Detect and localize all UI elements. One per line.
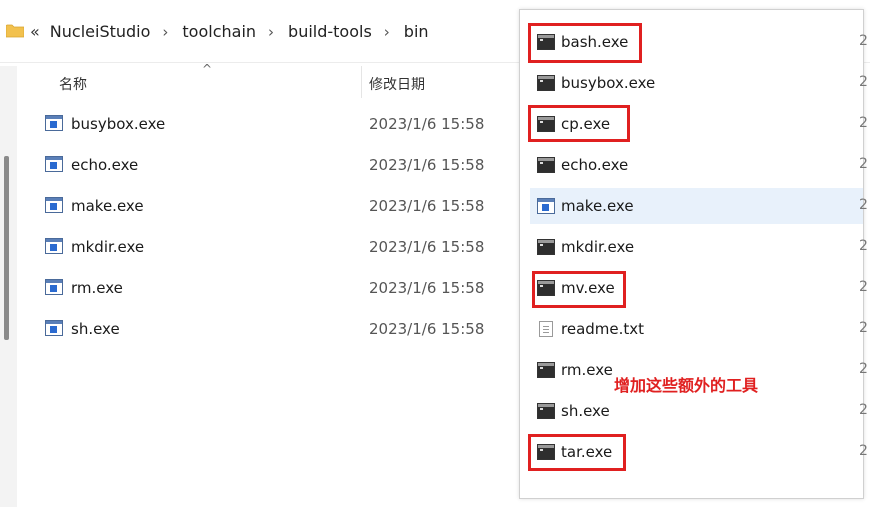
file-row[interactable]: busybox.exe 2: [530, 65, 868, 101]
truncated-date: 2: [859, 115, 868, 131]
annotation-text: 增加这些额外的工具: [614, 376, 759, 395]
file-name: sh.exe: [71, 320, 120, 338]
truncated-date: 2: [859, 320, 868, 336]
truncated-date: 2: [859, 443, 868, 459]
file-name: rm.exe: [561, 361, 613, 379]
truncated-date: 2: [859, 361, 868, 377]
truncated-date: 2: [859, 402, 868, 418]
exe-icon: [45, 156, 63, 172]
file-name: make.exe: [71, 197, 144, 215]
exe-icon: [45, 197, 63, 213]
file-modified-date: 2023/1/6 15:58: [369, 197, 485, 215]
scrollbar-thumb[interactable]: [4, 156, 9, 340]
file-row[interactable]: make.exe 2023/1/6 15:58: [18, 186, 528, 227]
file-name: make.exe: [561, 197, 634, 215]
truncated-date: 2: [859, 197, 868, 213]
file-row[interactable]: sh.exe 2: [530, 393, 868, 429]
truncated-date: 2: [859, 279, 868, 295]
file-row[interactable]: busybox.exe 2023/1/6 15:58: [18, 104, 528, 145]
console-icon: [537, 362, 555, 378]
file-modified-date: 2023/1/6 15:58: [369, 156, 485, 174]
truncated-date: 2: [859, 33, 868, 49]
file-name: mkdir.exe: [71, 238, 145, 256]
breadcrumb-item[interactable]: NucleiStudio: [50, 22, 151, 41]
sort-ascending-icon: ^: [202, 62, 213, 76]
folder-icon: [6, 24, 24, 38]
file-row[interactable]: rm.exe 2023/1/6 15:58: [18, 268, 528, 309]
column-header: 名称 ^ 修改日期: [18, 62, 528, 100]
breadcrumb-separator[interactable]: ›: [384, 23, 390, 41]
breadcrumb-separator[interactable]: ›: [162, 23, 168, 41]
column-header-name[interactable]: 名称: [59, 74, 87, 94]
file-modified-date: 2023/1/6 15:58: [369, 238, 485, 256]
file-row[interactable]: mkdir.exe 2: [530, 229, 868, 265]
text-file-icon: [539, 321, 553, 337]
file-name: busybox.exe: [71, 115, 166, 133]
highlight-box-cp: [528, 105, 630, 142]
file-row[interactable]: echo.exe 2023/1/6 15:58: [18, 145, 528, 186]
file-name: echo.exe: [71, 156, 139, 174]
truncated-date: 2: [859, 156, 868, 172]
file-row[interactable]: mkdir.exe 2023/1/6 15:58: [18, 227, 528, 268]
column-header-date[interactable]: 修改日期: [369, 74, 425, 94]
file-modified-date: 2023/1/6 15:58: [369, 279, 485, 297]
file-row[interactable]: readme.txt 2: [530, 311, 868, 347]
exe-icon: [45, 238, 63, 254]
exe-icon: [45, 320, 63, 336]
console-icon: [537, 403, 555, 419]
breadcrumb-overflow-chevron[interactable]: «: [30, 22, 40, 41]
truncated-date: 2: [859, 238, 868, 254]
file-name: echo.exe: [561, 156, 629, 174]
column-divider[interactable]: [361, 66, 362, 98]
file-name: readme.txt: [561, 320, 645, 338]
file-modified-date: 2023/1/6 15:58: [369, 320, 485, 338]
highlight-box-bash: [528, 23, 642, 63]
console-icon: [537, 75, 555, 91]
highlight-box-mv: [532, 271, 626, 308]
exe-icon: [537, 198, 555, 214]
breadcrumb-item[interactable]: toolchain: [182, 22, 256, 41]
file-list: busybox.exe 2023/1/6 15:58 echo.exe 2023/1/…: [18, 104, 528, 350]
exe-icon: [45, 115, 63, 131]
truncated-date: 2: [859, 74, 868, 90]
file-row[interactable]: echo.exe 2: [530, 147, 868, 183]
breadcrumb-separator[interactable]: ›: [268, 23, 274, 41]
file-row[interactable]: sh.exe 2023/1/6 15:58: [18, 309, 528, 350]
file-list-panel: bash.exe 2 busybox.exe 2 cp.exe 2 echo.exe 2 mak…: [519, 9, 868, 499]
file-row[interactable]: make.exe 2: [530, 188, 868, 224]
breadcrumb-item[interactable]: build-tools: [288, 22, 372, 41]
file-name: rm.exe: [71, 279, 123, 297]
breadcrumb: « NucleiStudio › toolchain › build-tools…: [30, 22, 429, 41]
highlight-box-tar: [528, 434, 626, 471]
console-icon: [537, 239, 555, 255]
file-name: busybox.exe: [561, 74, 656, 92]
file-name: sh.exe: [561, 402, 610, 420]
file-modified-date: 2023/1/6 15:58: [369, 115, 485, 133]
exe-icon: [45, 279, 63, 295]
breadcrumb-item[interactable]: bin: [404, 22, 429, 41]
file-name: mkdir.exe: [561, 238, 635, 256]
console-icon: [537, 157, 555, 173]
